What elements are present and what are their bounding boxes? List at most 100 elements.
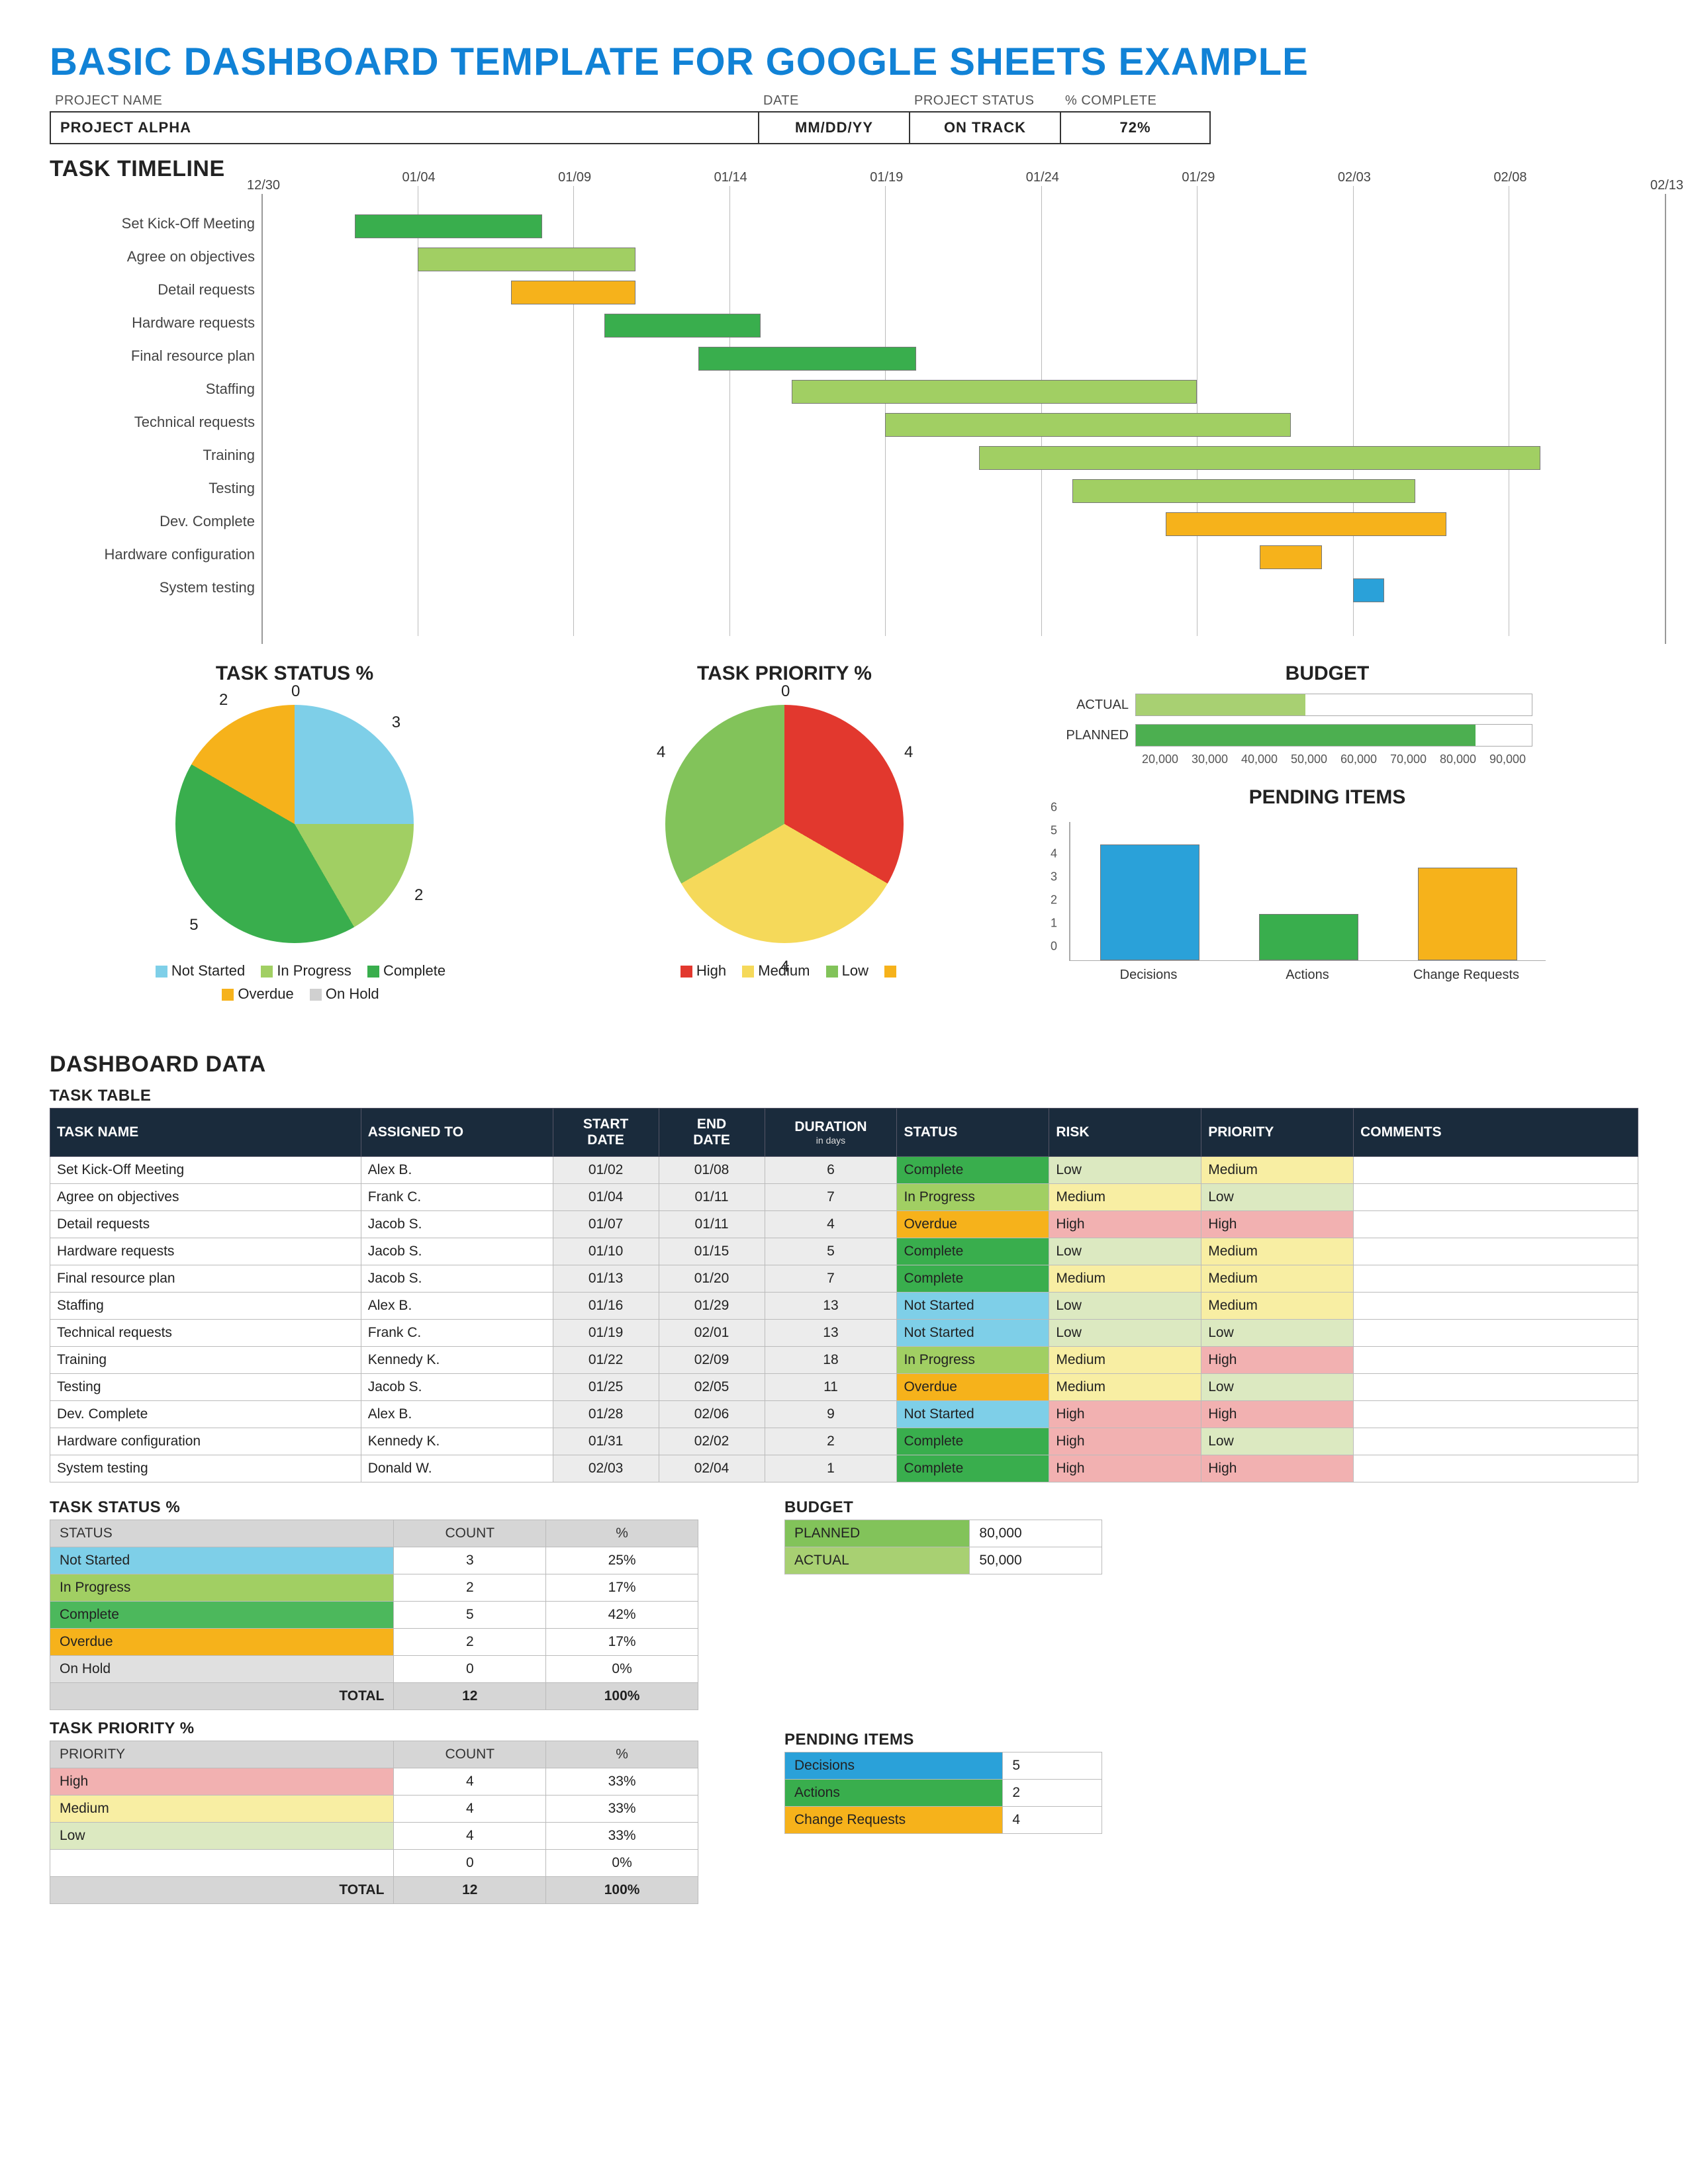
gantt-bar xyxy=(1353,578,1384,602)
table-row: Hardware configurationKennedy K.01/3102/… xyxy=(50,1428,1638,1455)
table-row: Complete542% xyxy=(50,1602,698,1629)
gantt-bar xyxy=(885,413,1290,437)
th-status: STATUS xyxy=(50,1520,394,1547)
gantt-row-label: Dev. Complete xyxy=(50,513,255,530)
th-pct: % xyxy=(546,1741,698,1768)
gantt-bar xyxy=(1072,479,1415,503)
pending-ytick: 6 xyxy=(1051,801,1057,815)
legend-overdue: Overdue xyxy=(238,985,293,1002)
header-row: PROJECT ALPHA MM/DD/YY ON TRACK 72% xyxy=(50,111,1638,144)
table-row: Change Requests4 xyxy=(785,1807,1102,1834)
table-row: Detail requestsJacob S.01/0701/114Overdu… xyxy=(50,1211,1638,1238)
gantt-row-label: Technical requests xyxy=(50,414,255,431)
legend-high: High xyxy=(696,962,726,979)
pie-label: 3 xyxy=(392,713,400,732)
pie-label: 0 xyxy=(781,682,790,701)
pending-bar xyxy=(1100,844,1199,960)
gantt-tick: 01/24 xyxy=(1026,170,1059,185)
budget-tick: 20,000 xyxy=(1135,752,1185,766)
th-pct: % xyxy=(546,1520,698,1547)
table-row: Actions2 xyxy=(785,1780,1102,1807)
table-row: 00% xyxy=(50,1850,698,1877)
table-row: ACTUAL50,000 xyxy=(785,1547,1102,1574)
th-duration: DURATIONin days xyxy=(765,1109,897,1157)
pending-ytick: 3 xyxy=(1051,870,1057,884)
table-row: On Hold00% xyxy=(50,1656,698,1683)
total-row: TOTAL12100% xyxy=(50,1877,698,1904)
budget-tick: 70,000 xyxy=(1383,752,1433,766)
th-status: STATUS xyxy=(897,1109,1049,1157)
legend-low: Low xyxy=(842,962,868,979)
gantt-bar xyxy=(1166,512,1446,536)
pending-table: Decisions5Actions2Change Requests4 xyxy=(784,1752,1102,1834)
pie-label: 4 xyxy=(904,743,913,762)
gantt-tick: 12/30 xyxy=(247,178,280,193)
gantt-tick: 01/14 xyxy=(714,170,747,185)
th-priority: PRIORITY xyxy=(50,1741,394,1768)
table-row: Agree on objectivesFrank C.01/0401/117In… xyxy=(50,1184,1638,1211)
th-count: COUNT xyxy=(394,1741,546,1768)
pending-ytick: 2 xyxy=(1051,893,1057,907)
pending-xlabel: Actions xyxy=(1228,961,1387,983)
gantt-tick: 01/19 xyxy=(870,170,903,185)
th-end: ENDDATE xyxy=(659,1109,765,1157)
gantt-tick: 02/13 xyxy=(1650,178,1683,193)
table-row: Overdue217% xyxy=(50,1629,698,1656)
table-row: PLANNED80,000 xyxy=(785,1520,1102,1547)
gantt-bar xyxy=(418,248,636,271)
th-priority: PRIORITY xyxy=(1201,1109,1354,1157)
table-row: Medium433% xyxy=(50,1796,698,1823)
gantt-row-label: Hardware configuration xyxy=(50,546,255,563)
task-table: TASK NAMEASSIGNED TOSTARTDATEENDDATEDURA… xyxy=(50,1108,1638,1482)
pending-ytick: 1 xyxy=(1051,917,1057,931)
budget-chart: ACTUALPLANNED20,00030,00040,00050,00060,… xyxy=(1056,692,1532,766)
budget-tick: 80,000 xyxy=(1433,752,1483,766)
section-dashboard-data: DASHBOARD DATA xyxy=(50,1052,1638,1077)
legend-on-hold: On Hold xyxy=(326,985,379,1002)
pie-label: 0 xyxy=(291,682,300,701)
subsection-status: TASK STATUS % xyxy=(50,1498,698,1517)
value-date: MM/DD/YY xyxy=(758,111,909,144)
gantt-row-label: Testing xyxy=(50,480,255,497)
label-project-name: PROJECT NAME xyxy=(50,91,758,111)
legend-complete: Complete xyxy=(383,962,445,979)
gantt-bar xyxy=(792,380,1197,404)
legend-not-started: Not Started xyxy=(171,962,245,979)
section-timeline: TASK TIMELINE xyxy=(50,156,1638,182)
pending-ytick: 0 xyxy=(1051,940,1057,954)
budget-tick: 50,000 xyxy=(1284,752,1334,766)
gantt-tick: 02/08 xyxy=(1493,170,1526,185)
gantt-row-label: System testing xyxy=(50,579,255,596)
budget-tick: 60,000 xyxy=(1334,752,1383,766)
budget-tick: 30,000 xyxy=(1185,752,1235,766)
gantt-bar xyxy=(698,347,917,371)
gantt-row-label: Staffing xyxy=(50,381,255,398)
budget-bar-fill xyxy=(1136,725,1476,746)
table-row: Final resource planJacob S.01/1301/207Co… xyxy=(50,1265,1638,1293)
table-row: StaffingAlex B.01/1601/2913Not StartedLo… xyxy=(50,1293,1638,1320)
table-row: Set Kick-Off MeetingAlex B.01/0201/086Co… xyxy=(50,1157,1638,1184)
task-status-title: TASK STATUS % xyxy=(50,662,539,685)
table-row: Decisions5 xyxy=(785,1752,1102,1780)
value-project-name: PROJECT ALPHA xyxy=(50,111,758,144)
total-row: TOTAL12100% xyxy=(50,1683,698,1710)
budget-pending-column: BUDGET ACTUALPLANNED20,00030,00040,00050… xyxy=(1029,662,1625,1040)
table-row: In Progress217% xyxy=(50,1574,698,1602)
task-status-legend: Not Started In Progress Complete Overdue… xyxy=(50,959,539,1005)
table-row: TestingJacob S.01/2502/0511OverdueMedium… xyxy=(50,1374,1638,1401)
gantt-bar xyxy=(979,446,1540,470)
label-date: DATE xyxy=(758,91,909,111)
budget-tick: 90,000 xyxy=(1483,752,1532,766)
table-row: Technical requestsFrank C.01/1902/0113No… xyxy=(50,1320,1638,1347)
th-task-name: TASK NAME xyxy=(50,1109,361,1157)
gantt-tick: 02/03 xyxy=(1338,170,1371,185)
gantt-tick: 01/29 xyxy=(1182,170,1215,185)
pending-ytick: 5 xyxy=(1051,824,1057,838)
th-comments: COMMENTS xyxy=(1354,1109,1638,1157)
pending-bar xyxy=(1259,914,1358,960)
gantt-row-label: Detail requests xyxy=(50,281,255,298)
pie-label: 2 xyxy=(414,886,423,905)
value-complete: 72% xyxy=(1060,111,1211,144)
pie-label: 4 xyxy=(780,958,789,976)
charts-row: TASK STATUS % 0 3 2 5 2 Not Started In Progr… xyxy=(50,662,1638,1040)
